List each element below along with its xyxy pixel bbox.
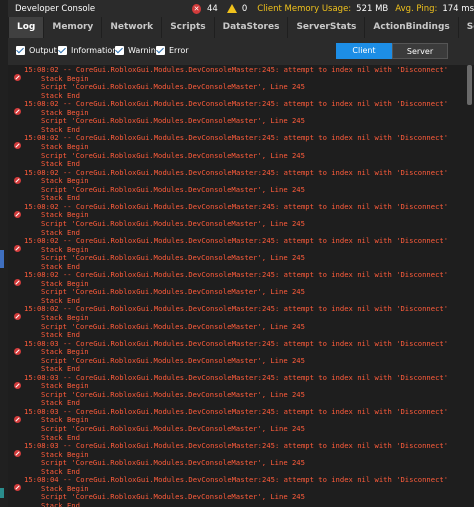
log-entry[interactable]: 15:08:02 -- CoreGui.RobloxGui.Modules.De… (8, 202, 465, 236)
stack-script-text: Script 'CoreGui.RobloxGui.Modules.DevCon… (41, 184, 305, 194)
log-entry[interactable]: 15:08:02 -- CoreGui.RobloxGui.Modules.De… (8, 65, 465, 99)
log-entry[interactable]: 15:08:03 -- CoreGui.RobloxGui.Modules.De… (8, 407, 465, 441)
log-entry[interactable]: 15:08:02 -- CoreGui.RobloxGui.Modules.De… (8, 270, 465, 305)
error-count-icon: ✕ (192, 3, 201, 14)
log-entry[interactable]: 15:08:02 -- CoreGui.RobloxGui.Modules.De… (8, 168, 465, 202)
tab-network[interactable]: Network (101, 17, 161, 38)
stack-script-text: Script 'CoreGui.RobloxGui.Modules.DevCon… (41, 424, 305, 434)
tab-log[interactable]: Log (8, 17, 44, 38)
ping-label: Avg. Ping: (395, 3, 438, 14)
log-entry[interactable]: 15:08:03 -- CoreGui.RobloxGui.Modules.De… (8, 373, 465, 407)
stack-script-text: Script 'CoreGui.RobloxGui.Modules.DevCon… (41, 389, 305, 399)
error-icon (14, 74, 21, 81)
tab-scripts[interactable]: Scripts (161, 17, 213, 38)
title-bar[interactable]: Developer Console ✕ 44 0 Client Memory U… (8, 0, 474, 17)
developer-console-window: Developer Console ✕ 44 0 Client Memory U… (8, 0, 474, 507)
error-icon (14, 381, 21, 389)
background-window-edge (0, 0, 8, 507)
error-icon (14, 347, 21, 355)
error-icon (14, 484, 21, 492)
stack-script-text: Script 'CoreGui.RobloxGui.Modules.DevCon… (41, 492, 305, 502)
log-entry[interactable]: 15:08:03 -- CoreGui.RobloxGui.Modules.De… (8, 339, 465, 373)
error-count: 44 (206, 3, 218, 14)
error-checkbox[interactable] (156, 46, 165, 55)
background-highlight-2 (0, 488, 4, 498)
log-entry[interactable]: 15:08:04 -- CoreGui.RobloxGui.Modules.De… (8, 475, 465, 507)
tab-bar: Log Memory Network Scripts DataStores Se… (8, 17, 474, 38)
window-title: Developer Console (15, 3, 96, 14)
filter-error-label: Error (169, 46, 189, 55)
stack-script-text: Script 'CoreGui.RobloxGui.Modules.DevCon… (41, 321, 305, 331)
error-icon (14, 108, 21, 116)
filter-information[interactable]: Information (58, 46, 117, 55)
tab-datastores[interactable]: DataStores (213, 17, 288, 38)
warning-count: 0 (241, 3, 248, 14)
log-entry[interactable]: 15:08:02 -- CoreGui.RobloxGui.Modules.De… (8, 99, 465, 134)
stack-script-text: Script 'CoreGui.RobloxGui.Modules.DevCon… (41, 355, 305, 365)
log-scrollbar[interactable] (465, 65, 474, 507)
filter-output[interactable]: Output (16, 46, 57, 55)
stack-script-text: Script 'CoreGui.RobloxGui.Modules.DevCon… (41, 253, 305, 263)
error-icon (14, 279, 21, 287)
stack-script-text: Script 'CoreGui.RobloxGui.Modules.DevCon… (41, 82, 305, 92)
error-icon (14, 450, 21, 458)
error-icon (14, 415, 21, 423)
output-checkbox[interactable] (16, 46, 25, 55)
error-icon (14, 176, 21, 184)
log-entry[interactable]: 15:08:02 -- CoreGui.RobloxGui.Modules.De… (8, 304, 465, 339)
log-entry[interactable]: 15:08:02 -- CoreGui.RobloxGui.Modules.De… (8, 236, 465, 270)
screen: Developer Console ✕ 44 0 Client Memory U… (0, 0, 474, 507)
memory-value: 521 MB (356, 3, 389, 14)
filter-bar: Output Information Warning Error Client … (8, 38, 474, 65)
stack-end-text: Stack End (41, 501, 80, 507)
client-toggle-button[interactable]: Client (336, 43, 392, 59)
error-icon (14, 142, 21, 150)
error-icon (14, 244, 21, 252)
filter-output-label: Output (29, 46, 57, 55)
error-icon (14, 313, 21, 321)
stack-script-text: Script 'CoreGui.RobloxGui.Modules.DevCon… (41, 458, 305, 468)
server-toggle-button[interactable]: Server (392, 43, 448, 59)
tab-serverstats[interactable]: ServerStats (287, 17, 364, 38)
error-icon (14, 210, 21, 218)
filter-warning[interactable]: Warning (115, 46, 161, 55)
warning-checkbox[interactable] (115, 46, 124, 55)
tab-serverjobs[interactable]: ServerJobs (457, 17, 474, 38)
ping-value: 174 ms (442, 3, 474, 14)
filter-error[interactable]: Error (156, 46, 189, 55)
filter-information-label: Information (71, 46, 118, 55)
log-entry[interactable]: 15:08:02 -- CoreGui.RobloxGui.Modules.De… (8, 133, 465, 168)
log-list[interactable]: 15:08:02 -- CoreGui.RobloxGui.Modules.De… (8, 65, 465, 507)
tab-memory[interactable]: Memory (43, 17, 101, 38)
memory-label: Client Memory Usage: (257, 3, 352, 14)
warning-count-icon (226, 4, 237, 13)
log-entry[interactable]: 15:08:03 -- CoreGui.RobloxGui.Modules.De… (8, 441, 465, 475)
information-checkbox[interactable] (58, 46, 67, 55)
scrollbar-thumb[interactable] (467, 65, 472, 105)
stack-script-text: Script 'CoreGui.RobloxGui.Modules.DevCon… (41, 218, 305, 228)
stack-script-text: Script 'CoreGui.RobloxGui.Modules.DevCon… (41, 116, 305, 126)
stack-script-text: Script 'CoreGui.RobloxGui.Modules.DevCon… (41, 287, 305, 297)
stack-script-text: Script 'CoreGui.RobloxGui.Modules.DevCon… (41, 150, 305, 160)
tab-actionbindings[interactable]: ActionBindings (364, 17, 457, 38)
background-highlight (0, 250, 4, 268)
